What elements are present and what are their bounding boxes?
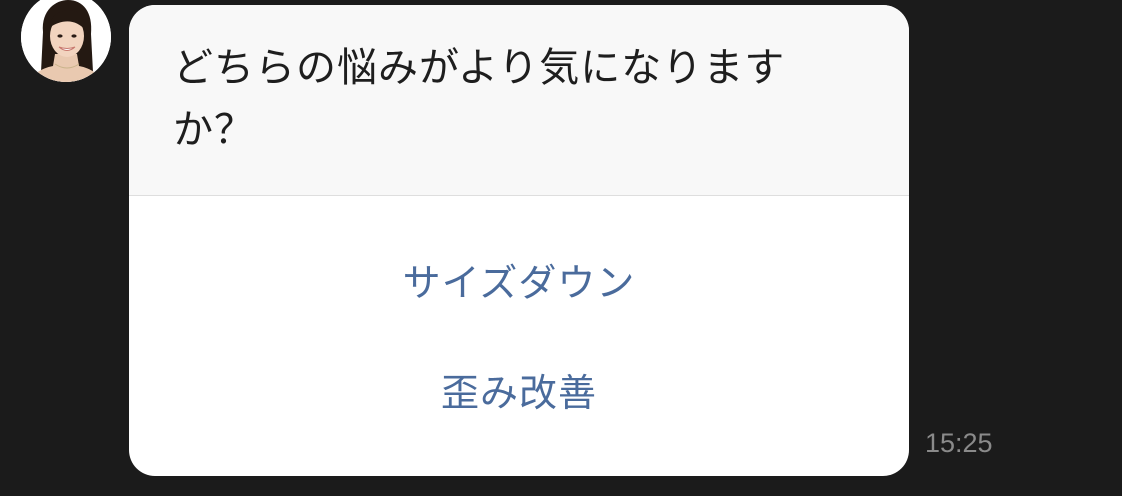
card-header: どちらの悩みがより気になりますか？ — [129, 5, 909, 196]
sender-avatar[interactable] — [21, 0, 111, 82]
option-size-down-button[interactable]: サイズダウン — [129, 243, 909, 323]
option-distortion-fix-button[interactable]: 歪み改善 — [129, 353, 909, 433]
question-text: どちらの悩みがより気になりますか？ — [173, 45, 786, 153]
question-card: どちらの悩みがより気になりますか？ サイズダウン 歪み改善 — [129, 5, 909, 476]
profile-photo-icon — [21, 0, 111, 82]
chat-screen: どちらの悩みがより気になりますか？ サイズダウン 歪み改善 15:25 — [0, 0, 1122, 496]
message-timestamp: 15:25 — [925, 428, 993, 458]
